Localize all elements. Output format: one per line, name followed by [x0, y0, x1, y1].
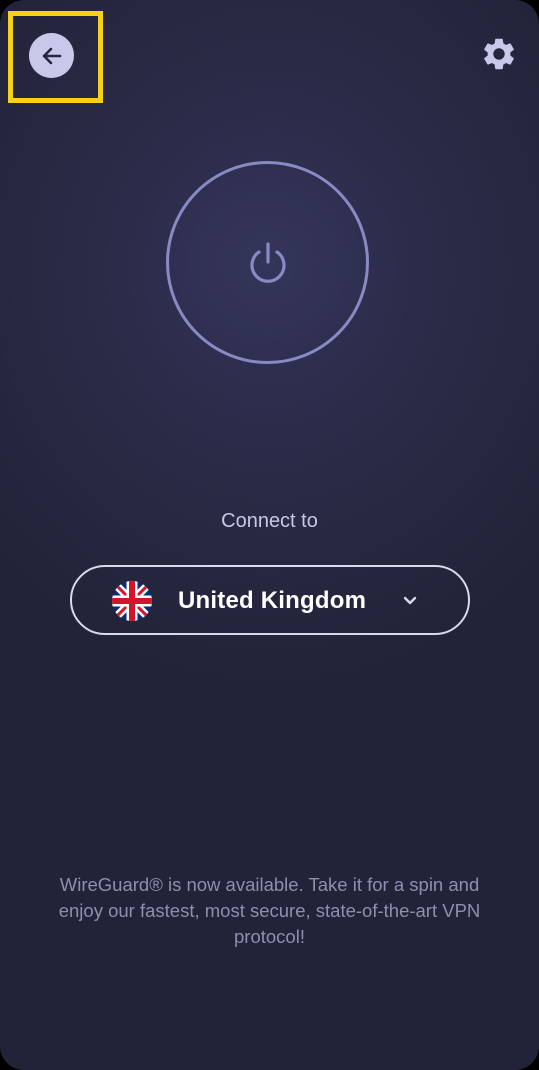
- location-name: United Kingdom: [178, 587, 367, 614]
- power-button[interactable]: [166, 161, 369, 364]
- uk-flag-icon: [112, 581, 152, 621]
- back-button[interactable]: [29, 33, 74, 78]
- gear-icon: [484, 38, 514, 70]
- wireguard-notice: WireGuard® is now available. Take it for…: [58, 874, 481, 947]
- app-window: Connect to United Kingdom WireGuard® is …: [0, 0, 539, 1070]
- connect-to-label: Connect to: [221, 510, 318, 532]
- settings-button[interactable]: [479, 34, 519, 74]
- arrow-left-icon: [42, 47, 61, 64]
- power-icon: [249, 241, 286, 283]
- location-selector[interactable]: United Kingdom: [70, 565, 470, 635]
- chevron-down-icon: [403, 596, 417, 605]
